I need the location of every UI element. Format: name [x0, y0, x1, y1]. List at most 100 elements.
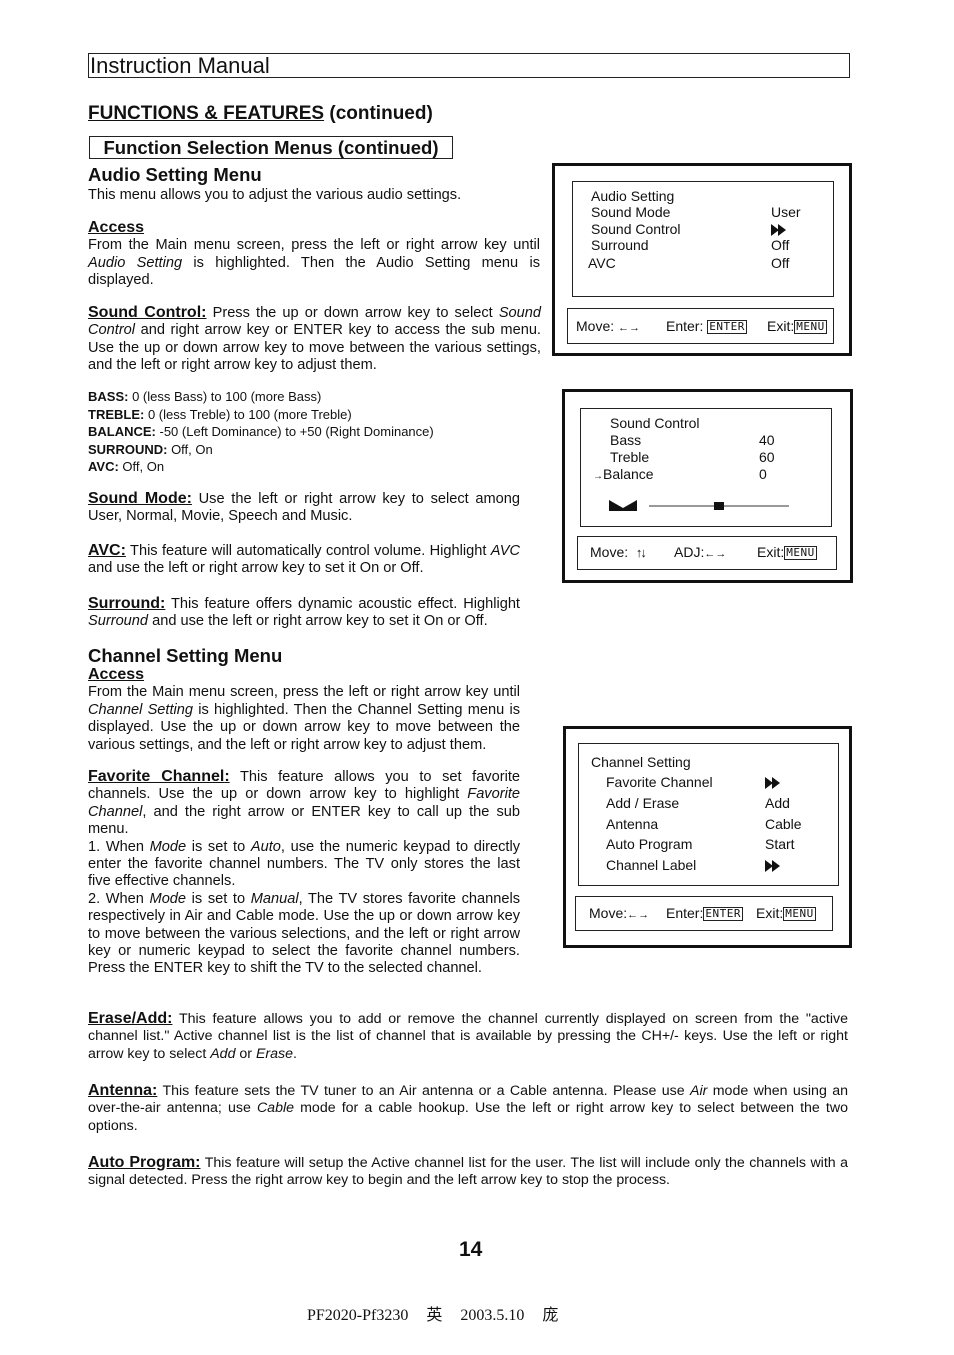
osd-item-label: Antenna: [606, 816, 659, 832]
manual-header: Instruction Manual: [88, 53, 850, 78]
audio-access-paragraph: Access From the Main menu screen, press …: [88, 219, 540, 290]
surround-label: Surround:: [88, 595, 166, 612]
text: Move:: [590, 544, 629, 560]
text: Exit:: [756, 905, 784, 921]
left-right-arrows-icon: ←→: [618, 322, 641, 334]
osd-move-hint: Move:←→: [589, 905, 649, 921]
subsection-title: Function Selection Menus (continued): [89, 136, 453, 159]
text-italic: Add: [210, 1045, 236, 1062]
osd-item-value: Off: [771, 255, 790, 271]
audio-menu-heading: Audio Setting Menu: [88, 164, 262, 185]
sound-mode-label: Sound Mode:: [88, 490, 192, 507]
osd-item-label: Sound Mode: [591, 204, 671, 220]
osd-item-label: AVC: [588, 255, 616, 271]
spec-item: BASS: 0 (less Bass) to 100 (more Bass): [88, 388, 434, 406]
slider-thumb[interactable]: [714, 502, 724, 510]
balance-slider[interactable]: [609, 497, 809, 513]
spec-value: 0 (less Bass) to 100 (more Bass): [128, 389, 322, 404]
channel-access-paragraph: Access From the Main menu screen, press …: [88, 666, 520, 754]
channel-menu-heading: Channel Setting Menu: [88, 645, 283, 666]
osd-item-selected: →Balance: [593, 466, 654, 482]
osd-item-value: 60: [759, 449, 775, 465]
footer-lang: 英: [426, 1307, 443, 1324]
text: This feature sets the TV tuner to an Air…: [157, 1083, 691, 1099]
text: and right arrow key or ENTER key to acce…: [88, 322, 541, 374]
text-italic: Surround: [88, 613, 149, 630]
erase-add-paragraph: Erase/Add: This feature allows you to ad…: [88, 1010, 848, 1063]
audio-setting-osd: Audio Setting Sound Mode User Sound Cont…: [552, 163, 852, 356]
footer-code: PF2020-Pf3230: [307, 1307, 409, 1324]
section-title: FUNCTIONS & FEATURES (continued): [88, 103, 433, 125]
left-right-arrows-icon: ←→: [704, 548, 727, 560]
channel-setting-osd: Channel Setting Favorite Channel Add / E…: [563, 726, 852, 948]
text: This feature will automatically control …: [125, 543, 491, 559]
osd-move-hint: Move: ←→: [576, 318, 640, 334]
audio-intro: This menu allows you to adjust the vario…: [88, 187, 462, 203]
osd-title: Audio Setting: [591, 188, 675, 204]
submenu-arrow-icon: [765, 775, 783, 791]
text-italic: Cable: [256, 1100, 295, 1117]
text: Enter:: [666, 905, 704, 921]
text-italic: Audio Setting: [88, 254, 183, 271]
osd-enter-hint: Enter: ENTER: [666, 905, 743, 921]
spec-key: TREBLE:: [88, 406, 145, 422]
osd-item-value: 40: [759, 432, 775, 448]
footer-date: 2003.5.10: [460, 1307, 525, 1324]
menu-key: MENU: [783, 907, 816, 921]
sound-mode-paragraph: Sound Mode: Use the left or right arrow …: [88, 490, 520, 526]
osd-exit-hint: Exit: MENU: [767, 318, 827, 334]
text: Enter:: [666, 318, 704, 334]
menu-key: MENU: [784, 546, 817, 560]
text: ADJ:: [674, 544, 705, 560]
osd-item-label: Auto Program: [606, 836, 693, 852]
osd-item-label: Channel Label: [606, 857, 697, 873]
footer-author: 庞: [542, 1307, 559, 1324]
sound-control-paragraph: Sound Control: Press the up or down arro…: [88, 304, 541, 375]
text: From the Main menu screen, press the lef…: [88, 684, 520, 701]
osd-item-value: User: [771, 204, 801, 220]
text-italic: Auto: [250, 838, 281, 855]
sound-control-osd: Sound Control Bass 40 Treble 60 →Balance…: [562, 389, 853, 583]
spec-item: SURROUND: Off, On: [88, 441, 434, 459]
osd-exit-hint: Exit: MENU: [757, 544, 817, 560]
text: 1. When: [88, 838, 150, 855]
text: Exit:: [767, 318, 795, 334]
favorite-channel-paragraph: Favorite Channel: This feature allows yo…: [88, 768, 520, 978]
text: and use the left or right arrow key to s…: [88, 560, 424, 577]
antenna-paragraph: Antenna: This feature sets the TV tuner …: [88, 1082, 848, 1135]
text: From the Main menu screen, press the lef…: [88, 237, 540, 254]
audio-spec-list: BASS: 0 (less Bass) to 100 (more Bass) T…: [88, 388, 434, 476]
spec-key: BALANCE:: [88, 424, 156, 439]
page-number: 14: [459, 1238, 483, 1261]
text-italic: Mode: [149, 890, 187, 907]
osd-item-label: Surround: [591, 237, 649, 253]
osd-menu-panel: Sound Control Bass 40 Treble 60 →Balance…: [580, 408, 832, 527]
osd-item-label: Favorite Channel: [606, 774, 713, 790]
text: This feature allows you to add or remove…: [88, 1011, 848, 1062]
spec-value: 0 (less Treble) to 100 (more Treble): [144, 406, 352, 422]
menu-key: MENU: [794, 320, 827, 334]
text: Press the up or down arrow key to select: [206, 305, 499, 321]
text: is set to: [186, 890, 251, 907]
text-italic: Air: [690, 1083, 708, 1099]
auto-program-label: Auto Program:: [88, 1154, 201, 1171]
section-title-main: FUNCTIONS & FEATURES: [88, 103, 325, 124]
spec-value: Off, On: [167, 441, 213, 457]
osd-item-label: Balance: [603, 466, 654, 482]
balance-icon: [609, 500, 637, 511]
osd-menu-panel: Audio Setting Sound Mode User Sound Cont…: [572, 181, 834, 297]
osd-item-label: Sound Control: [591, 221, 681, 237]
up-down-arrows-icon: ↑↓: [635, 545, 647, 560]
text: Move:: [576, 318, 615, 334]
section-title-suffix: (continued): [324, 103, 433, 124]
osd-item-value: Add: [765, 795, 790, 811]
osd-title: Sound Control: [610, 415, 700, 431]
osd-item-label: Treble: [610, 449, 650, 465]
enter-key: ENTER: [703, 907, 743, 921]
spec-value: -50 (Left Dominance) to +50 (Right Domin…: [155, 424, 434, 439]
channel-access-label: Access: [88, 666, 145, 683]
submenu-arrow-icon: [771, 222, 789, 238]
osd-help-bar: Move:←→ Enter: ENTER Exit: MENU: [575, 896, 833, 931]
osd-item-value: Start: [765, 836, 795, 852]
osd-adj-hint: ADJ:←→: [674, 544, 726, 560]
